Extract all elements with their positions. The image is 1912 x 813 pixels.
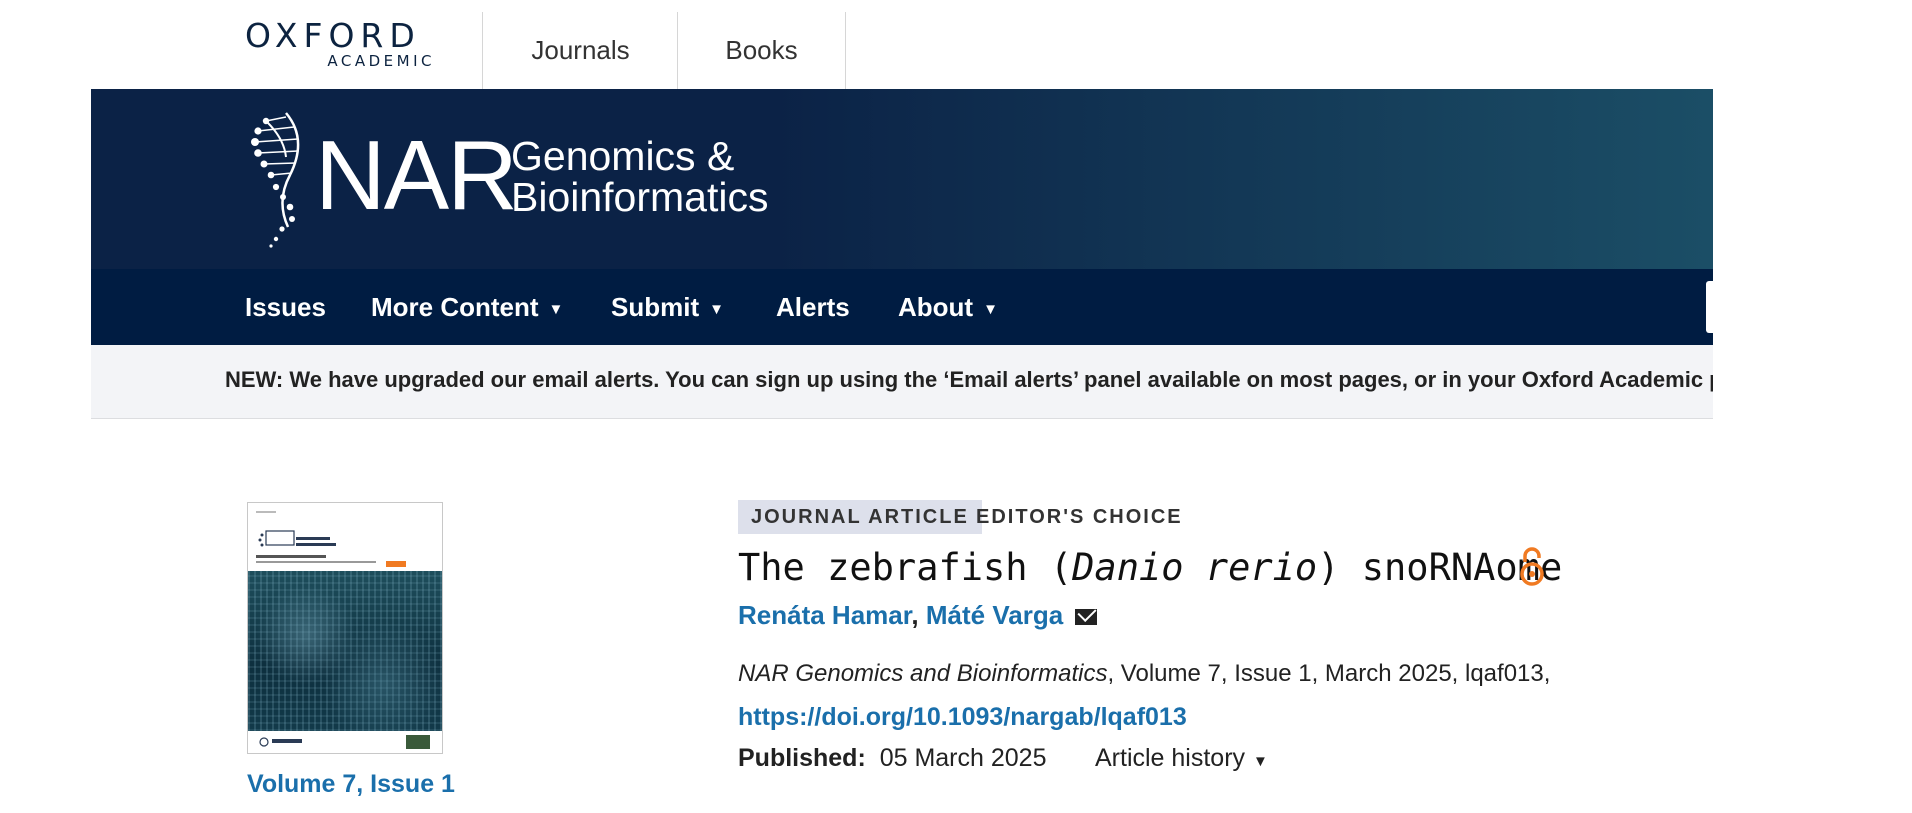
oxford-academic-logo[interactable]: OXFORD ACADEMIC (245, 18, 445, 74)
cover-header (248, 503, 442, 571)
journal-banner: NAR Genomics & Bioinformatics (91, 89, 1713, 269)
nav-alerts[interactable]: Alerts (776, 269, 850, 345)
citation-journal: NAR Genomics and Bioinformatics (738, 660, 1108, 687)
article-type-tag: JOURNAL ARTICLE (738, 500, 982, 534)
logo-line-oxford: OXFORD (245, 16, 421, 55)
published-value: 05 March 2025 (879, 744, 1047, 772)
nav-issues[interactable]: Issues (245, 269, 326, 345)
title-prefix: The zebrafish ( (738, 546, 1073, 589)
doi-link[interactable]: https://doi.org/10.1093/nargab/lqaf013 (738, 703, 1187, 732)
cover-footer (248, 731, 442, 753)
article-title: The zebrafish (Danio rerio) snoRNAome (738, 546, 1562, 589)
dna-helix-icon (251, 112, 300, 248)
cover-journal-logo (256, 511, 406, 567)
published-label: Published: (738, 744, 866, 772)
nav-more-content[interactable]: More Content ▼ (371, 269, 563, 345)
caret-down-icon: ▼ (548, 300, 564, 318)
article-history-toggle[interactable]: Article history ▼ (1095, 744, 1268, 773)
announcement-bar: NEW: We have upgraded our email alerts. … (91, 345, 1713, 419)
search-input[interactable] (1706, 281, 1718, 333)
journal-abbrev: NAR (315, 120, 518, 230)
nav-about-label: About (898, 291, 974, 322)
citation-details: , Volume 7, Issue 1, March 2025, lqaf013… (1107, 660, 1551, 687)
editors-choice-tag: EDITOR'S CHOICE (976, 505, 1183, 528)
author-list: Renáta Hamar, Máté Varga (738, 600, 1098, 631)
journal-name: Genomics & Bioinformatics (511, 136, 768, 218)
author-link[interactable]: Máté Varga (926, 600, 1063, 630)
envelope-icon[interactable] (1075, 609, 1098, 625)
caret-down-icon: ▼ (1253, 753, 1268, 770)
announcement-text: NEW: We have upgraded our email alerts. … (225, 367, 1713, 392)
oxford-academic-header: OXFORD ACADEMIC Journals Books (0, 0, 1912, 89)
nav-more-content-label: More Content (371, 291, 539, 322)
journal-name-line1: Genomics & (511, 133, 735, 179)
issue-link[interactable]: Volume 7, Issue 1 (247, 770, 455, 799)
cover-publisher-logo (259, 735, 430, 749)
issue-cover-image[interactable] (247, 502, 443, 754)
nav-alerts-label: Alerts (776, 291, 850, 322)
nav-books[interactable]: Books (677, 12, 846, 89)
author-link[interactable]: Renáta Hamar (738, 600, 911, 630)
nav-submit-label: Submit (611, 291, 700, 322)
open-access-icon[interactable] (1518, 546, 1546, 588)
cover-artwork (248, 571, 442, 731)
nav-submit[interactable]: Submit ▼ (611, 269, 724, 345)
nav-issues-label: Issues (245, 291, 326, 322)
caret-down-icon: ▼ (983, 300, 998, 318)
title-species: Danio rerio (1072, 546, 1318, 589)
author-separator: , (911, 600, 919, 630)
article-history-label: Article history (1095, 744, 1246, 772)
nav-journals[interactable]: Journals (482, 12, 678, 89)
citation-line: NAR Genomics and Bioinformatics, Volume … (738, 660, 1550, 688)
journal-name-line2: Bioinformatics (511, 174, 769, 220)
caret-down-icon: ▼ (709, 300, 724, 318)
published-date: Published: 05 March 2025 (738, 744, 1046, 773)
nav-about[interactable]: About ▼ (898, 269, 998, 345)
journal-main-nav: Issues More Content ▼ Submit ▼ Alerts Ab… (91, 269, 1718, 345)
